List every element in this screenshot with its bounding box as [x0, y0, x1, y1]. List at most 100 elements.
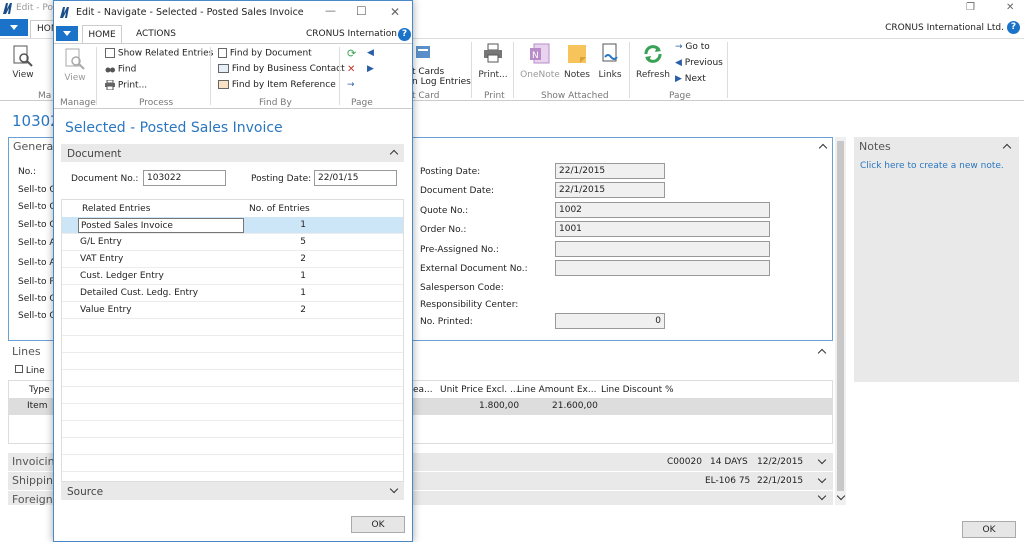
table-row[interactable] [62, 421, 403, 438]
dialog-ok-button[interactable]: OK [351, 516, 405, 533]
close-icon[interactable]: ✕ [390, 5, 400, 19]
dialog-application-menu-button[interactable] [56, 26, 78, 41]
bg-notes-button[interactable]: Notes [563, 43, 591, 80]
expand-chevron-icon[interactable] [817, 474, 827, 484]
col-header-no-of-entries[interactable]: No. of Entries [249, 204, 310, 214]
general-fasttab-header[interactable]: General [13, 140, 56, 153]
vertical-scrollbar[interactable] [835, 137, 846, 505]
no-of-entries-cell[interactable]: 5 [262, 237, 306, 247]
document-section-header[interactable]: Document [61, 144, 404, 162]
col-header-qty[interactable]: ea... [413, 385, 433, 395]
bg-manage-group-label: Ma [38, 91, 52, 101]
dialog-tab-actions[interactable]: ACTIONS [136, 29, 176, 39]
bg-goto-button[interactable]: → Go to [675, 42, 710, 52]
document-date-field[interactable]: 22/1/2015 [555, 182, 665, 198]
background-close-icon[interactable]: ✕ [1006, 2, 1014, 13]
posting-date-field[interactable]: 22/1/2015 [555, 163, 665, 179]
table-row[interactable] [62, 438, 403, 455]
source-section-header[interactable]: Source [61, 482, 404, 500]
expand-chevron-icon[interactable] [817, 491, 827, 501]
notes-header[interactable]: Notes [859, 140, 891, 153]
dialog-manage-group-label: Manage [60, 98, 96, 108]
bg-links-button[interactable]: Links [597, 43, 623, 80]
maximize-icon[interactable]: ☐ [356, 4, 367, 18]
col-header-line-discount[interactable]: Line Discount % [601, 385, 674, 395]
dialog-company-name: CRONUS Internation... [306, 29, 406, 39]
table-row[interactable] [62, 455, 403, 472]
no-of-entries-cell[interactable]: 1 [262, 288, 306, 298]
quote-no-field[interactable]: 1002 [555, 202, 770, 218]
table-row[interactable] [62, 319, 403, 336]
table-row[interactable] [62, 336, 403, 353]
refresh-icon[interactable]: ⟳ [347, 47, 356, 60]
scrollbar-thumb[interactable] [837, 141, 844, 491]
table-row[interactable]: Posted Sales Invoice 1 [62, 217, 403, 234]
print-label: Print... [117, 80, 148, 91]
invoicing-customer-no: C00020 [667, 457, 702, 467]
table-row[interactable] [62, 370, 403, 387]
col-header-type[interactable]: Type [29, 385, 50, 395]
create-note-link[interactable]: Click here to create a new note. [860, 161, 1004, 171]
dialog-tab-home[interactable]: HOME [82, 25, 122, 44]
collapse-chevron-icon[interactable] [389, 149, 399, 159]
go-to-icon[interactable]: → [347, 80, 355, 90]
previous-icon[interactable]: ◀ [367, 48, 374, 58]
clear-filter-icon[interactable]: ✕ [347, 64, 355, 75]
pre-assigned-no-field[interactable] [555, 241, 770, 257]
show-related-entries-button[interactable]: Show Related Entries [105, 48, 213, 59]
app-logo-icon [60, 7, 70, 18]
background-ok-button[interactable]: OK [962, 521, 1016, 538]
cards-icon [416, 46, 430, 58]
background-help-icon[interactable]: ? [1007, 21, 1020, 34]
find-by-business-contact-label: Find by Business Contact [231, 64, 345, 74]
find-button[interactable]: Find [105, 64, 136, 75]
table-row[interactable] [62, 353, 403, 370]
bg-cards-button[interactable] [412, 43, 468, 64]
collapse-chevron-icon[interactable] [818, 143, 828, 153]
external-document-no-field[interactable] [555, 260, 770, 276]
general-left-label: Sell-to C [18, 311, 56, 321]
scroll-down-icon[interactable] [836, 491, 846, 501]
print-button[interactable]: Print... [105, 79, 148, 91]
col-header-line-amount[interactable]: Line Amount Ex... [517, 385, 596, 395]
no-of-entries-cell[interactable]: 1 [262, 271, 306, 281]
no-of-entries-cell[interactable]: 1 [262, 220, 306, 230]
posting-date-input[interactable]: 22/01/15 [314, 170, 397, 186]
table-row[interactable]: VAT Entry 2 [62, 251, 403, 268]
table-row[interactable] [62, 404, 403, 421]
background-application-menu-button[interactable] [0, 19, 28, 36]
minimize-icon[interactable]: — [325, 4, 336, 17]
collapse-chevron-icon[interactable] [817, 348, 827, 358]
next-icon[interactable]: ▶ [367, 64, 374, 74]
expand-chevron-icon[interactable] [389, 484, 399, 494]
find-by-document-button[interactable]: Find by Document [218, 48, 312, 59]
collapse-chevron-icon[interactable] [1002, 143, 1012, 153]
table-row[interactable] [62, 387, 403, 404]
background-restore-icon[interactable]: ❐ [966, 2, 975, 13]
col-header-related-entries[interactable]: Related Entries [82, 204, 150, 214]
related-entry-name-cell: Detailed Cust. Ledg. Entry [80, 288, 199, 298]
find-by-item-reference-button[interactable]: Find by Item Reference [218, 80, 336, 90]
bg-refresh-button[interactable]: Refresh [636, 43, 670, 80]
order-no-field[interactable]: 1001 [555, 221, 770, 237]
expand-chevron-icon[interactable] [817, 455, 827, 465]
table-row[interactable]: Cust. Ledger Entry 1 [62, 268, 403, 285]
related-entry-name-cell: VAT Entry [80, 254, 124, 264]
table-row[interactable]: Detailed Cust. Ledg. Entry 1 [62, 285, 403, 302]
no-of-entries-cell[interactable]: 2 [262, 254, 306, 264]
find-by-business-contact-button[interactable]: Find by Business Contact [218, 64, 345, 74]
bg-next-button[interactable]: ▶ Next [675, 74, 706, 84]
bg-previous-button[interactable]: ◀ Previous [675, 58, 723, 68]
bg-print-button[interactable]: Print... [477, 43, 509, 80]
lines-fasttab-header[interactable]: Lines [12, 345, 41, 358]
table-row[interactable]: G/L Entry 5 [62, 234, 403, 251]
bg-view-button[interactable]: View [8, 45, 38, 80]
table-row[interactable]: Value Entry 2 [62, 302, 403, 319]
document-no-input[interactable]: 103022 [143, 170, 226, 186]
no-of-entries-cell[interactable]: 2 [262, 305, 306, 315]
invoicing-due-date: 12/2/2015 [757, 457, 804, 467]
dialog-help-icon[interactable]: ? [398, 28, 411, 41]
no-printed-field[interactable]: 0 [555, 313, 665, 329]
col-header-unit-price[interactable]: Unit Price Excl. ... [440, 385, 519, 395]
lines-toolbar[interactable]: Line [15, 365, 45, 376]
